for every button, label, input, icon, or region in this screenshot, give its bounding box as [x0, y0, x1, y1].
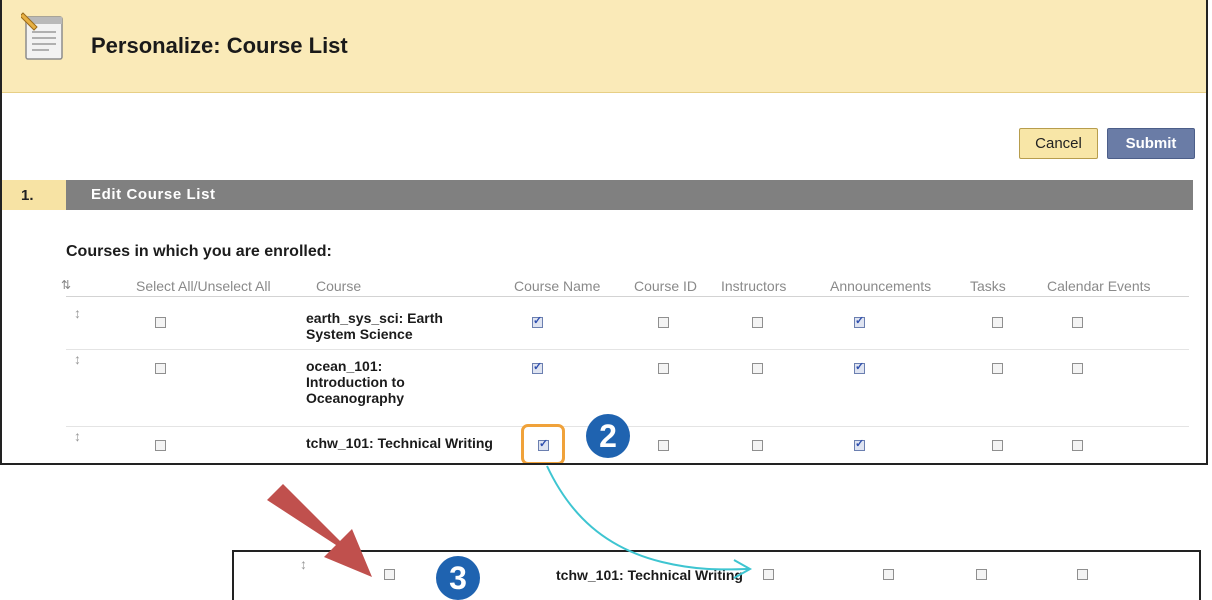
calendar-events-checkbox[interactable]: [1072, 317, 1083, 328]
cancel-button[interactable]: Cancel: [1019, 128, 1098, 159]
announcements-checkbox[interactable]: [976, 569, 987, 580]
personalize-panel: Personalize: Course List Cancel Submit 1…: [0, 0, 1208, 465]
course-id-checkbox[interactable]: [658, 363, 669, 374]
instructors-checkbox[interactable]: [752, 363, 763, 374]
drag-handle-icon[interactable]: ↕: [74, 428, 81, 444]
sort-icon[interactable]: ⇅: [61, 278, 71, 292]
step-header: 1. Edit Course List: [2, 180, 1193, 210]
notepad-icon: [21, 12, 63, 60]
submit-button[interactable]: Submit: [1107, 128, 1195, 159]
step-title: Edit Course List: [91, 186, 216, 203]
tasks-checkbox[interactable]: [992, 363, 1003, 374]
table-header: ⇅ Select All/Unselect All Course Course …: [61, 278, 1189, 297]
header-select-all[interactable]: Select All/Unselect All: [136, 278, 271, 294]
calendar-events-checkbox[interactable]: [1072, 440, 1083, 451]
calendar-events-checkbox[interactable]: [1072, 363, 1083, 374]
select-checkbox[interactable]: [155, 317, 166, 328]
page-title: Personalize: Course List: [91, 33, 348, 58]
tasks-checkbox[interactable]: [992, 317, 1003, 328]
course-id-checkbox[interactable]: [658, 317, 669, 328]
header-instructors: Instructors: [721, 278, 787, 294]
header-announcements: Announcements: [830, 278, 932, 294]
header-course-id: Course ID: [634, 278, 698, 294]
instructors-checkbox[interactable]: [883, 569, 894, 580]
course-table: ⇅ Select All/Unselect All Course Course …: [61, 278, 1189, 451]
tasks-checkbox[interactable]: [1077, 569, 1088, 580]
drag-handle-icon[interactable]: ↕: [74, 351, 81, 367]
page-header: Personalize: Course List: [2, 0, 1206, 93]
course-id-checkbox[interactable]: [763, 569, 774, 580]
table-row: ↕ earth_sys_sci: Earth System Science: [66, 305, 1189, 350]
table-row: ↕ ocean_101: Introduction to Oceanograph…: [66, 351, 1189, 427]
course-name-checkbox[interactable]: [532, 314, 543, 328]
course-title: earth_sys_sci: Earth System Science: [306, 310, 443, 342]
select-checkbox[interactable]: [384, 569, 395, 580]
announcements-checkbox[interactable]: [854, 314, 865, 328]
course-name-checkbox[interactable]: [532, 360, 543, 374]
select-checkbox[interactable]: [155, 363, 166, 374]
course-title: tchw_101: Technical Writing: [306, 435, 493, 451]
course-id-checkbox[interactable]: [658, 440, 669, 451]
tasks-checkbox[interactable]: [992, 440, 1003, 451]
course-title: tchw_101: Technical Writing: [556, 567, 743, 583]
header-course-name: Course Name: [514, 278, 601, 294]
header-tasks: Tasks: [970, 278, 1006, 294]
drag-handle-icon[interactable]: ↕: [300, 556, 307, 572]
step-number: 1.: [2, 180, 66, 210]
drag-handle-icon[interactable]: ↕: [74, 305, 81, 321]
step-2-callout: 2: [586, 414, 630, 458]
header-course: Course: [316, 278, 362, 294]
course-name-highlight: [521, 424, 565, 463]
modified-row-strip: ↕ 3 tchw_101: Technical Writing: [232, 550, 1201, 600]
course-title: ocean_101: Introduction to Oceanography: [306, 358, 405, 406]
announcements-checkbox[interactable]: [854, 360, 865, 374]
announcements-checkbox[interactable]: [854, 437, 865, 451]
instructors-checkbox[interactable]: [752, 440, 763, 451]
select-checkbox[interactable]: [155, 440, 166, 451]
step-3-callout: 3: [436, 556, 480, 600]
header-calendar-events: Calendar Events: [1047, 278, 1151, 294]
section-heading: Courses in which you are enrolled:: [66, 243, 332, 260]
instructors-checkbox[interactable]: [752, 317, 763, 328]
